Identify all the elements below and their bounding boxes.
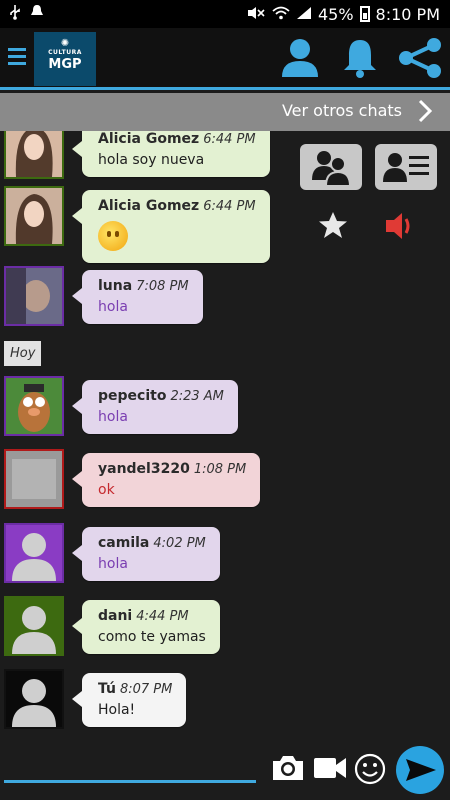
- battery-percent: 45%: [317, 4, 354, 24]
- message-sender: Alicia Gomez 6:44 PM: [98, 198, 256, 214]
- message-sender: camila 4:02 PM: [98, 535, 206, 551]
- message-time: 1:08 PM: [193, 462, 247, 477]
- send-icon: [406, 759, 436, 781]
- message-sender: pepecito 2:23 AM: [98, 388, 224, 404]
- message-text: Hola!: [98, 702, 136, 718]
- message-text: ok: [98, 482, 115, 498]
- input-underline: [4, 780, 256, 783]
- message-bubble: Tú 8:07 PM Hola!: [71, 673, 187, 727]
- message-bubble: Alicia Gomez 6:44 PM: [72, 190, 270, 263]
- star-icon[interactable]: [318, 210, 348, 244]
- message-text: hola: [98, 556, 128, 572]
- avatar[interactable]: [4, 131, 64, 179]
- avatar[interactable]: [4, 523, 64, 583]
- camera-icon[interactable]: [270, 753, 306, 787]
- wifi-icon: [272, 5, 290, 24]
- avatar[interactable]: [4, 186, 64, 246]
- message-bubble: yandel3220 1:08 PM ok: [71, 453, 261, 507]
- avatar[interactable]: [4, 266, 64, 326]
- message-sender: Alicia Gomez 6:44 PM: [98, 131, 256, 147]
- avatar[interactable]: [4, 449, 64, 509]
- profile-icon[interactable]: [278, 37, 322, 79]
- message-text: hola: [98, 409, 128, 425]
- avatar[interactable]: [4, 669, 64, 729]
- day-separator: Hoy: [4, 341, 42, 366]
- message-text: hola: [98, 299, 128, 315]
- notification-app-icon: [30, 4, 44, 24]
- message-text: hola soy nueva: [98, 152, 205, 168]
- battery-icon: [359, 6, 370, 22]
- clock: 8:10 PM: [375, 4, 440, 24]
- other-chats-label: Ver otros chats: [281, 101, 402, 120]
- mute-status-icon: [246, 5, 266, 24]
- send-button[interactable]: [396, 746, 444, 794]
- usb-icon: [8, 4, 22, 24]
- compose-bar: [0, 745, 450, 800]
- message-bubble: luna 7:08 PM hola: [72, 270, 203, 324]
- message-sender: yandel3220 1:08 PM: [98, 461, 247, 477]
- message-time: 7:08 PM: [136, 279, 189, 294]
- status-bar: 45% 8:10 PM: [0, 0, 450, 28]
- message-time: 4:44 PM: [136, 609, 189, 624]
- message-sender: Tú 8:07 PM: [98, 681, 173, 697]
- other-chats-bar[interactable]: Ver otros chats: [0, 93, 450, 131]
- message-emoji: [98, 219, 256, 255]
- message-time: 8:07 PM: [119, 682, 173, 697]
- avatar[interactable]: [4, 596, 64, 656]
- message-time: 4:02 PM: [153, 536, 206, 551]
- message-sender: dani 4:44 PM: [98, 608, 189, 624]
- logo-mark-icon: ✺: [60, 38, 70, 49]
- avatar[interactable]: [4, 376, 64, 436]
- emoji-icon[interactable]: [354, 753, 386, 789]
- message-time: 2:23 AM: [170, 389, 224, 404]
- app-logo: ✺ CULTURA MGP: [34, 32, 96, 86]
- share-icon[interactable]: [398, 37, 442, 79]
- menu-icon[interactable]: [8, 48, 26, 69]
- contact-card-button[interactable]: [375, 144, 437, 190]
- bell-icon[interactable]: [338, 37, 382, 79]
- message-input[interactable]: [4, 753, 256, 781]
- message-text: como te yamas: [98, 629, 206, 645]
- mute-speaker-icon[interactable]: [384, 210, 418, 246]
- message-time: 6:44 PM: [203, 132, 256, 147]
- group-users-button[interactable]: [300, 144, 362, 190]
- message-bubble: dani 4:44 PM como te yamas: [72, 600, 220, 654]
- video-camera-icon[interactable]: [312, 755, 348, 785]
- messages-list[interactable]: Alicia Gomez 6:44 PM hola soy nueva Alici…: [0, 131, 450, 751]
- message-bubble: pepecito 2:23 AM hola: [72, 380, 238, 434]
- message-bubble: Alicia Gomez 6:44 PM hola soy nueva: [72, 131, 270, 177]
- app-bar: ✺ CULTURA MGP: [0, 28, 450, 90]
- message-time: 6:44 PM: [203, 199, 256, 214]
- signal-icon: [296, 5, 312, 24]
- message-sender: luna 7:08 PM: [98, 278, 189, 294]
- message-bubble: camila 4:02 PM hola: [72, 527, 220, 581]
- smiley-emoji-icon: [98, 221, 128, 251]
- chevron-right-icon: [418, 99, 433, 123]
